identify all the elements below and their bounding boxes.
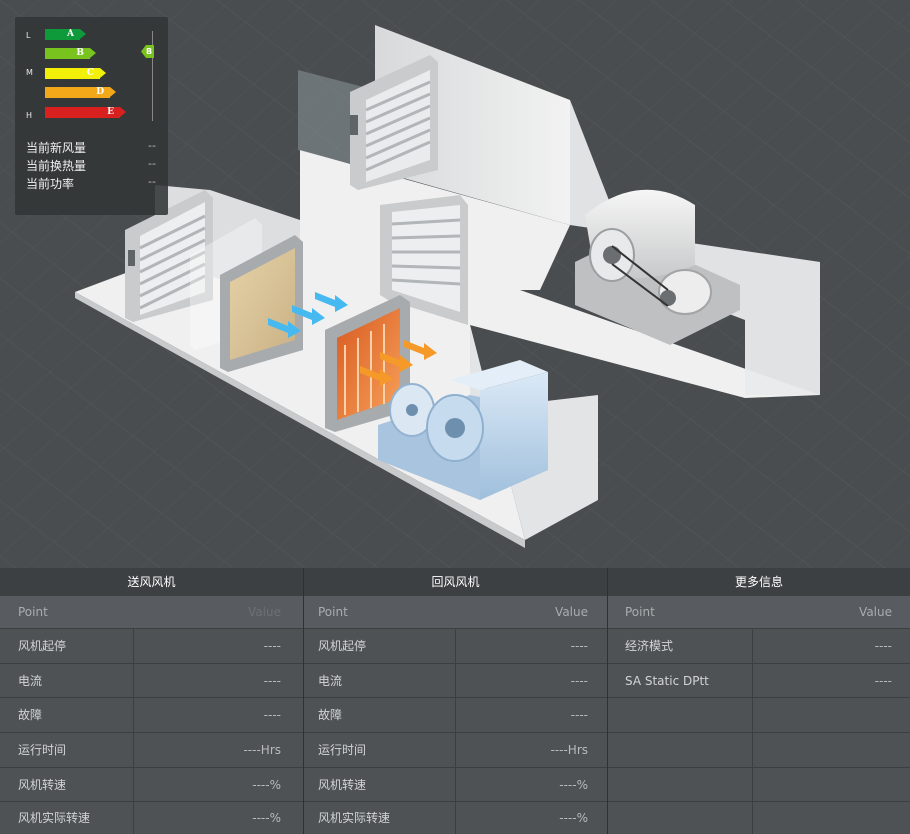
point-label: 风机转速 <box>18 778 67 792</box>
table-row[interactable]: 故障 ---- <box>0 697 303 732</box>
point-label: SA Static DPtt <box>625 674 709 688</box>
current-grade-indicator: B <box>141 45 154 58</box>
point-column-label: Point <box>318 605 348 619</box>
level-mid-label: M <box>26 68 33 77</box>
table-row <box>608 697 910 732</box>
more-info-column-header: Point Value <box>608 596 910 628</box>
point-label: 风机起停 <box>318 639 367 653</box>
return-fan-title: 回风风机 <box>304 568 607 596</box>
point-tables: 送风风机 Point Value 风机起停 ---- 电流 ---- 故障 --… <box>0 568 910 834</box>
point-value: ---- <box>570 674 588 688</box>
current-grade-label: B <box>146 47 153 56</box>
ahu-dashboard: L M H A B C D E B 当前新风量 -- 当前换热量 -- 当前功率… <box>0 0 910 834</box>
table-row[interactable]: 经济模式 ---- <box>608 628 910 663</box>
point-value: ----% <box>252 811 281 825</box>
table-row[interactable]: 电流 ---- <box>0 663 303 697</box>
grade-e-label: E <box>107 107 114 117</box>
point-label: 电流 <box>18 674 43 688</box>
point-label: 风机实际转速 <box>318 811 391 825</box>
table-row[interactable]: SA Static DPtt ---- <box>608 663 910 697</box>
supply-fan-title: 送风风机 <box>0 568 303 596</box>
stat-heat-exchange: 当前换热量 -- <box>26 157 156 173</box>
point-column-label: Point <box>18 605 48 619</box>
stat-fresh-air: 当前新风量 -- <box>26 139 156 155</box>
point-label: 经济模式 <box>625 639 674 653</box>
value-column-label: Value <box>859 605 892 619</box>
table-row[interactable]: 运行时间 ----Hrs <box>304 732 607 767</box>
return-fan-column-header: Point Value <box>304 596 607 628</box>
point-column-label: Point <box>625 605 655 619</box>
grade-a-bar: A <box>45 29 86 40</box>
point-value: ---- <box>874 639 892 653</box>
table-row[interactable]: 风机起停 ---- <box>0 628 303 663</box>
stat-power: 当前功率 -- <box>26 175 156 191</box>
more-info-table: 更多信息 Point Value 经济模式 ---- SA Static DPt… <box>607 568 910 834</box>
grade-a-label: A <box>67 29 74 39</box>
point-value: ----% <box>559 811 588 825</box>
table-row[interactable]: 风机实际转速 ----% <box>304 801 607 834</box>
stat-power-label: 当前功率 <box>26 177 75 191</box>
point-label: 风机转速 <box>318 778 367 792</box>
value-column-label: Value <box>555 605 588 619</box>
stat-heat-exchange-label: 当前换热量 <box>26 159 87 173</box>
grade-c-label: C <box>86 68 94 78</box>
point-value: ----Hrs <box>243 743 281 757</box>
table-row <box>608 801 910 834</box>
grade-d-label: D <box>96 87 104 97</box>
stat-fresh-air-value: -- <box>148 139 156 152</box>
stat-fresh-air-label: 当前新风量 <box>26 141 87 155</box>
level-high-label: H <box>26 111 33 120</box>
point-value: ---- <box>263 708 281 722</box>
point-value: ---- <box>570 708 588 722</box>
table-row[interactable]: 运行时间 ----Hrs <box>0 732 303 767</box>
grade-d-bar: D <box>45 87 116 98</box>
table-row <box>608 767 910 801</box>
grade-e-bar: E <box>45 107 126 118</box>
point-label: 故障 <box>18 708 43 722</box>
point-label: 风机起停 <box>18 639 67 653</box>
ahu-scene: L M H A B C D E B 当前新风量 -- 当前换热量 -- 当前功率… <box>0 0 910 568</box>
grade-c-bar: C <box>45 68 106 79</box>
point-value: ---- <box>263 639 281 653</box>
point-value: ----Hrs <box>550 743 588 757</box>
table-row[interactable]: 电流 ---- <box>304 663 607 697</box>
table-row[interactable]: 风机实际转速 ----% <box>0 801 303 834</box>
point-label: 故障 <box>318 708 343 722</box>
grade-b-label: B <box>76 48 84 58</box>
point-value: ----% <box>252 778 281 792</box>
table-row[interactable]: 风机转速 ----% <box>304 767 607 801</box>
table-row[interactable]: 风机转速 ----% <box>0 767 303 801</box>
point-value: ---- <box>874 674 892 688</box>
level-low-label: L <box>26 31 31 40</box>
more-info-title: 更多信息 <box>608 568 910 596</box>
point-value: ---- <box>263 674 281 688</box>
supply-fan-column-header: Point Value <box>0 596 303 628</box>
point-label: 电流 <box>318 674 343 688</box>
value-column-label: Value <box>248 605 281 619</box>
return-fan-table: 回风风机 Point Value 风机起停 ---- 电流 ---- 故障 --… <box>303 568 607 834</box>
supply-fan-table: 送风风机 Point Value 风机起停 ---- 电流 ---- 故障 --… <box>0 568 303 834</box>
energy-rating-panel: L M H A B C D E B 当前新风量 -- 当前换热量 -- 当前功率… <box>15 17 168 215</box>
stat-power-value: -- <box>148 175 156 188</box>
stat-heat-exchange-value: -- <box>148 157 156 170</box>
point-value: ----% <box>559 778 588 792</box>
point-value: ---- <box>570 639 588 653</box>
point-label: 运行时间 <box>18 743 67 757</box>
table-row[interactable]: 故障 ---- <box>304 697 607 732</box>
table-row <box>608 732 910 767</box>
point-label: 运行时间 <box>318 743 367 757</box>
point-label: 风机实际转速 <box>18 811 91 825</box>
table-row[interactable]: 风机起停 ---- <box>304 628 607 663</box>
grade-b-bar: B <box>45 48 96 59</box>
